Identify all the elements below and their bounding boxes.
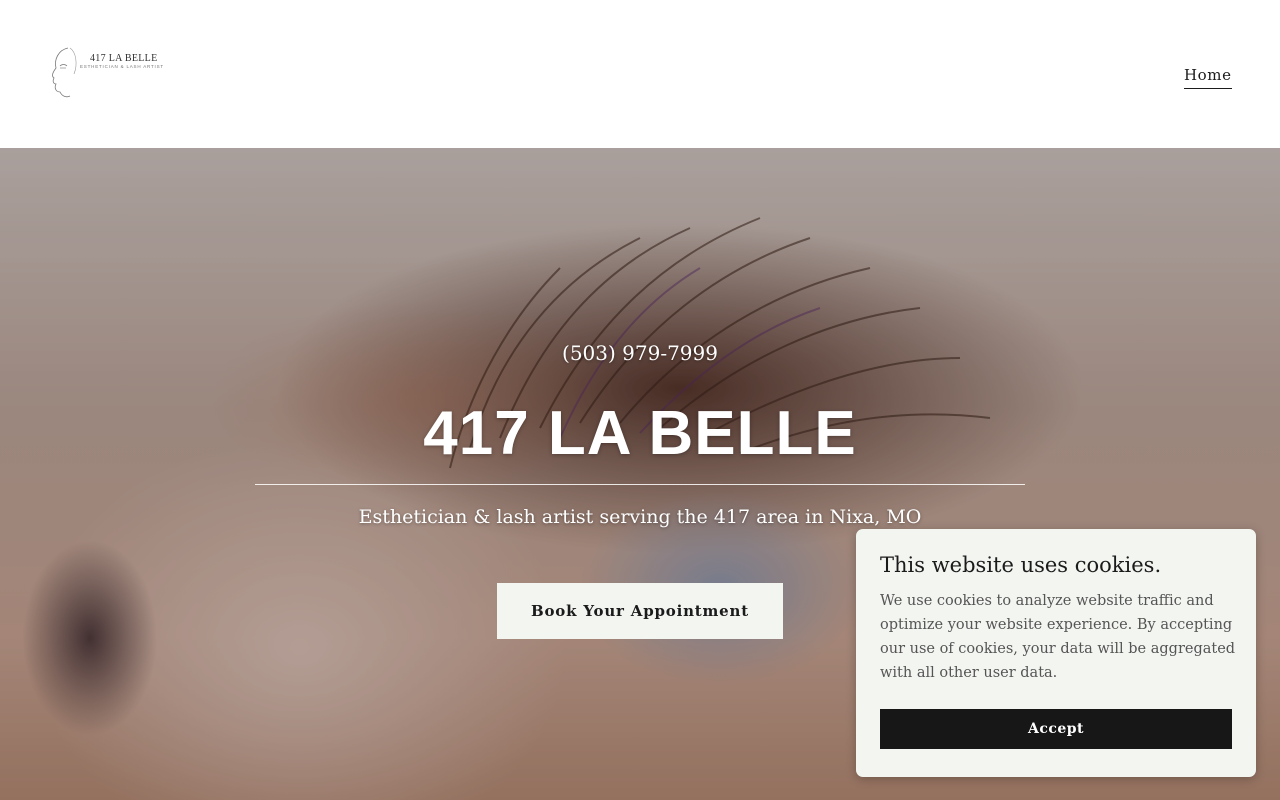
logo-subtitle: ESTHETICIAN & LASH ARTIST <box>80 64 164 69</box>
nav-home-link[interactable]: Home <box>1184 66 1232 89</box>
cookie-body: We use cookies to analyze website traffi… <box>880 593 1236 681</box>
cookie-banner: This website uses cookies. We use cookie… <box>856 529 1256 777</box>
accept-cookies-button[interactable]: Accept <box>880 709 1232 749</box>
hero-title: 417 LA BELLE <box>423 399 857 468</box>
hero-tagline: Esthetician & lash artist serving the 41… <box>358 506 922 528</box>
hero-phone[interactable]: (503) 979-7999 <box>0 341 1280 365</box>
site-header: 417 LA BELLE ESTHETICIAN & LASH ARTIST H… <box>0 0 1280 148</box>
cookie-title: This website uses cookies. <box>880 553 1162 577</box>
hero-divider <box>255 484 1025 485</box>
site-logo[interactable]: 417 LA BELLE ESTHETICIAN & LASH ARTIST <box>46 44 163 100</box>
face-line-art-icon <box>52 47 77 98</box>
book-appointment-button[interactable]: Book Your Appointment <box>497 583 783 639</box>
logo-wordmark: 417 LA BELLE <box>90 53 158 64</box>
